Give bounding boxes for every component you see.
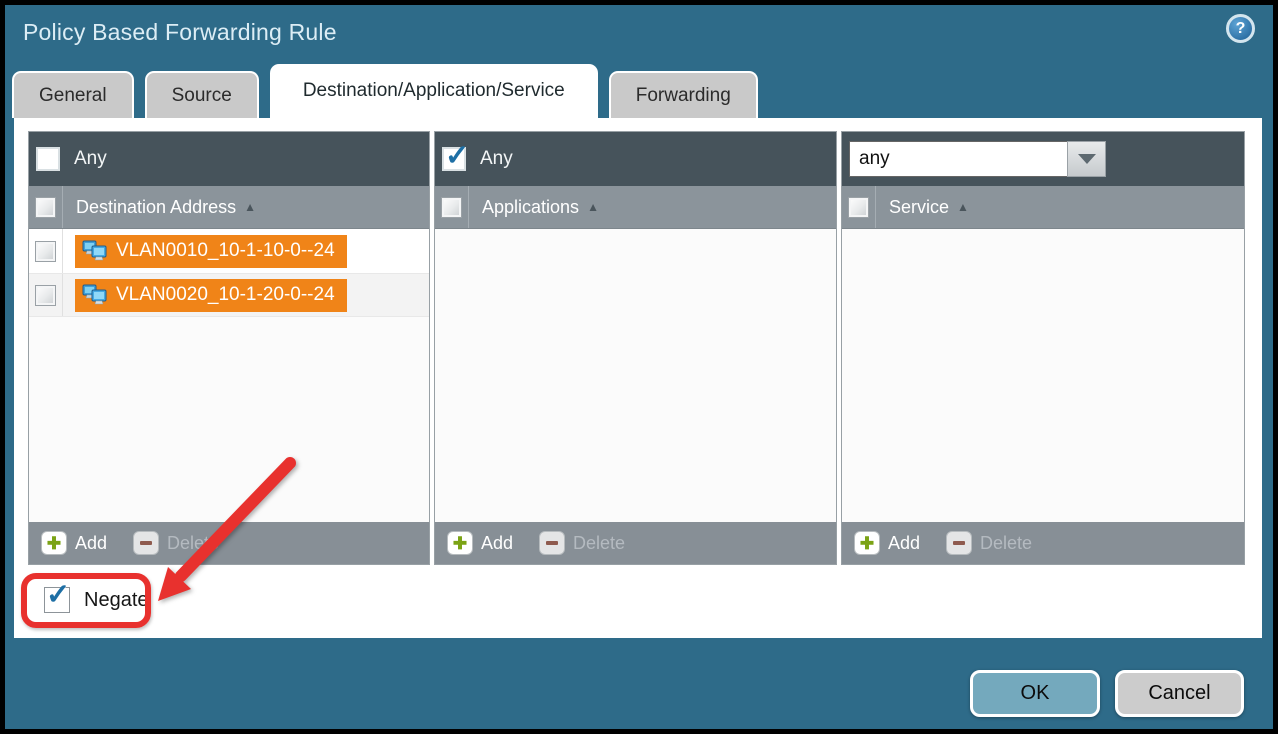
add-plus-icon: ✚ bbox=[854, 531, 880, 555]
destination-list: ✓ VLAN0010_10-1-10-0--24 bbox=[29, 229, 429, 522]
help-glyph: ? bbox=[1236, 20, 1246, 38]
applications-any-checkbox[interactable]: ✓ bbox=[442, 147, 466, 171]
delete-minus-icon bbox=[946, 531, 972, 555]
destination-panel: ✓ Any ✓ Destination Address ▲ ✓ bbox=[28, 131, 430, 565]
destination-any-checkbox[interactable]: ✓ bbox=[36, 147, 60, 171]
tab-general[interactable]: General bbox=[12, 71, 134, 118]
applications-footer: ✚ Add Delete bbox=[435, 522, 836, 564]
delete-minus-icon bbox=[539, 531, 565, 555]
destination-column-header: ✓ Destination Address ▲ bbox=[29, 186, 429, 229]
service-delete-button[interactable]: Delete bbox=[946, 531, 1032, 555]
service-column-header: ✓ Service ▲ bbox=[842, 186, 1244, 229]
negate-control: ✓ Negate bbox=[44, 587, 149, 613]
add-plus-icon: ✚ bbox=[41, 531, 67, 555]
applications-panel: ✓ Any ✓ Applications ▲ ✚ Add Delete bbox=[434, 131, 837, 565]
help-icon[interactable]: ? bbox=[1226, 14, 1255, 43]
service-add-button[interactable]: ✚ Add bbox=[854, 531, 920, 555]
service-footer: ✚ Add Delete bbox=[842, 522, 1244, 564]
destination-column-label[interactable]: Destination Address bbox=[76, 197, 236, 218]
applications-column-header: ✓ Applications ▲ bbox=[435, 186, 836, 229]
applications-select-all-checkbox[interactable]: ✓ bbox=[441, 197, 462, 218]
delete-minus-icon bbox=[133, 531, 159, 555]
tab-forwarding[interactable]: Forwarding bbox=[609, 71, 758, 118]
row-checkbox[interactable]: ✓ bbox=[35, 241, 56, 262]
service-column-label[interactable]: Service bbox=[889, 197, 949, 218]
tab-destination-application-service[interactable]: Destination/Application/Service bbox=[270, 64, 598, 118]
chevron-down-icon bbox=[1078, 154, 1096, 164]
dropdown-button[interactable] bbox=[1067, 141, 1106, 177]
ok-button[interactable]: OK bbox=[970, 670, 1100, 717]
address-object-label: VLAN0010_10-1-10-0--24 bbox=[116, 240, 335, 262]
service-list bbox=[842, 229, 1244, 522]
service-select-all-checkbox[interactable]: ✓ bbox=[848, 197, 869, 218]
address-object-vlan0010[interactable]: VLAN0010_10-1-10-0--24 bbox=[75, 235, 347, 268]
cancel-button[interactable]: Cancel bbox=[1115, 670, 1244, 717]
dialog-title: Policy Based Forwarding Rule bbox=[23, 19, 337, 46]
network-address-icon bbox=[81, 283, 108, 307]
table-row: ✓ VLAN0010_10-1-10-0--24 bbox=[29, 229, 429, 273]
applications-any-bar: ✓ Any bbox=[435, 132, 836, 186]
address-object-label: VLAN0020_10-1-20-0--24 bbox=[116, 284, 335, 306]
table-row: ✓ VLAN0020_10-1-20-0--24 bbox=[29, 273, 429, 317]
sort-asc-icon[interactable]: ▲ bbox=[587, 200, 599, 214]
destination-any-label: Any bbox=[74, 148, 107, 170]
pbf-rule-dialog: Policy Based Forwarding Rule ? General S… bbox=[5, 5, 1273, 729]
destination-delete-button[interactable]: Delete bbox=[133, 531, 219, 555]
network-address-icon bbox=[81, 239, 108, 263]
destination-footer: ✚ Add Delete bbox=[29, 522, 429, 564]
sort-asc-icon[interactable]: ▲ bbox=[244, 200, 256, 214]
negate-label: Negate bbox=[84, 589, 149, 612]
row-checkbox[interactable]: ✓ bbox=[35, 285, 56, 306]
destination-add-button[interactable]: ✚ Add bbox=[41, 531, 107, 555]
tab-source[interactable]: Source bbox=[145, 71, 259, 118]
applications-add-button[interactable]: ✚ Add bbox=[447, 531, 513, 555]
service-type-dropdown[interactable]: any bbox=[849, 141, 1106, 177]
applications-delete-button[interactable]: Delete bbox=[539, 531, 625, 555]
tab-bar: General Source Destination/Application/S… bbox=[12, 64, 769, 118]
applications-any-label: Any bbox=[480, 148, 513, 170]
tab-content: ✓ Any ✓ Destination Address ▲ ✓ bbox=[14, 118, 1262, 638]
address-object-vlan0020[interactable]: VLAN0020_10-1-20-0--24 bbox=[75, 279, 347, 312]
service-panel: any ✓ Service ▲ ✚ Add Delete bbox=[841, 131, 1245, 565]
destination-select-all-checkbox[interactable]: ✓ bbox=[35, 197, 56, 218]
applications-column-label[interactable]: Applications bbox=[482, 197, 579, 218]
service-type-value: any bbox=[849, 141, 1067, 177]
negate-checkbox[interactable]: ✓ bbox=[44, 587, 70, 613]
destination-any-bar: ✓ Any bbox=[29, 132, 429, 186]
service-any-bar: any bbox=[842, 132, 1244, 186]
add-plus-icon: ✚ bbox=[447, 531, 473, 555]
applications-list bbox=[435, 229, 836, 522]
sort-asc-icon[interactable]: ▲ bbox=[957, 200, 969, 214]
